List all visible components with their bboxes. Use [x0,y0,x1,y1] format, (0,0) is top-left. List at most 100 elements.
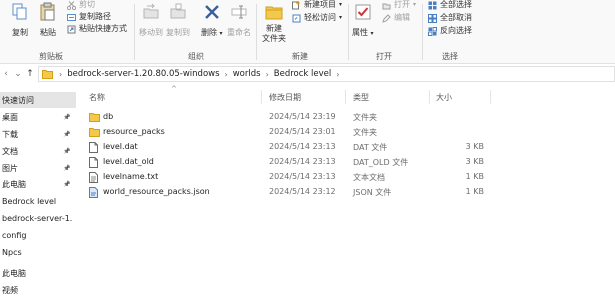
open-button[interactable]: 打开 ▾ [381,0,416,10]
close-icon [202,2,222,22]
file-name: levelname.txt [103,172,159,181]
cut-label: 剪切 [79,0,95,9]
delete-label-text: 删除 [201,28,217,37]
copy-icon [10,2,30,22]
paste-label: 粘贴 [40,28,56,37]
rename-button[interactable]: 重命名 [227,2,251,38]
column-header-size[interactable]: 大小 [436,92,452,103]
new-folder-button[interactable]: 新建 文件夹 [262,2,286,44]
chevron-down-icon: ▾ [339,1,343,8]
invert-selection-button[interactable]: 反向选择 [427,26,472,36]
nav-downloads[interactable]: 下载 📌 [0,126,76,142]
move-to-button[interactable]: 移动到 [139,2,163,38]
navigation-pane: 快速访问 桌面 📌 下载 📌 文档 📌 图片 📌 此电脑 📌 Bedrock level bedrock… [0,84,76,300]
new-folder-label-1: 新建 [266,24,282,33]
file-row[interactable]: levelname.txt 2024/5/14 23:13 文本文档 1 KB [78,170,498,185]
select-all-icon [427,0,437,10]
nav-npcs[interactable]: Npcs [0,244,76,260]
breadcrumb-worlds[interactable]: worlds [230,69,264,79]
select-none-label: 全部取消 [440,13,472,22]
open-label: 打开 [394,0,410,9]
copy-to-button[interactable]: 复制到 [166,2,190,38]
move-to-label: 移动到 [139,28,163,37]
nav-item-label: 文档 [2,146,18,156]
breadcrumb-server[interactable]: bedrock-server-1.20.80.05-windows [64,69,222,79]
select-none-button[interactable]: 全部取消 [427,13,472,23]
sort-arrow-icon: ^ [171,85,177,93]
nav-this-pc[interactable]: 此电脑 [0,265,76,281]
nav-config[interactable]: config [0,227,76,243]
edit-button[interactable]: 编辑 [381,13,410,23]
paste-button[interactable]: 粘贴 [38,2,58,38]
group-divider [134,4,135,60]
edit-icon [381,13,391,23]
move-to-icon [141,2,161,22]
pin-icon: 📌 [63,164,71,172]
cut-button[interactable]: 剪切 [66,0,95,10]
nav-bedrock-level[interactable]: Bedrock level [0,193,76,209]
file-modified: 2024/5/14 23:13 [269,157,336,166]
delete-button[interactable]: 删除 ▾ [201,2,223,39]
file-row[interactable]: level.dat 2024/5/14 23:13 DAT 文件 3 KB [78,140,498,155]
select-none-icon [427,13,437,23]
nav-this-pc-pinned[interactable]: 此电脑 📌 [0,176,76,192]
column-divider [345,90,346,104]
file-modified: 2024/5/14 23:13 [269,172,336,181]
nav-item-label: 此电脑 [2,268,26,278]
file-size: 3 KB [465,142,484,151]
copy-button[interactable]: 复制 [10,2,30,38]
new-item-button[interactable]: 新建项目 ▾ [291,0,342,10]
nav-quick-access[interactable]: 快速访问 [0,92,76,108]
chevron-right-icon: › [336,69,340,79]
file-row[interactable]: world_resource_packs.json 2024/5/14 23:12… [78,185,498,200]
file-type: DAT 文件 [353,143,388,152]
file-modified: 2024/5/14 23:01 [269,127,336,136]
invert-selection-icon [427,26,437,36]
nav-desktop[interactable]: 桌面 📌 [0,109,76,125]
properties-button[interactable]: 属性 ▾ [352,2,374,39]
nav-documents[interactable]: 文档 📌 [0,143,76,159]
file-row[interactable]: db 2024/5/14 23:19 文件夹 [78,110,498,125]
pin-icon: 📌 [63,147,71,155]
rename-label: 重命名 [227,28,251,37]
new-group-label: 新建 [292,52,308,61]
open-icon [381,0,391,10]
file-modified: 2024/5/14 23:19 [269,112,336,121]
file-row[interactable]: resource_packs 2024/5/14 23:01 文件夹 [78,125,498,140]
chevron-down-icon[interactable]: ⌄ [12,66,24,82]
file-list: ^ 名称 修改日期 类型 大小 db 2024/5/14 23:19 文件夹 reso… [78,84,615,300]
file-type: 文件夹 [353,128,377,137]
file-type: 文件夹 [353,113,377,122]
pin-icon: 📌 [63,180,71,188]
copy-to-icon [168,2,188,22]
breadcrumb-bedrock-level[interactable]: Bedrock level [271,69,334,79]
nav-videos[interactable]: 视频 [0,282,76,298]
column-header-name[interactable]: 名称 [89,92,105,103]
copy-path-button[interactable]: 复制路径 [66,12,111,22]
new-item-label: 新建项目 [304,0,336,9]
back-arrow-icon[interactable]: ‹ [0,66,12,82]
file-type: 文本文档 [353,173,385,182]
easy-access-button[interactable]: 轻松访问 ▾ [291,13,342,23]
file-row[interactable]: level.dat_old 2024/5/14 23:13 DAT_OLD 文件 3 … [78,155,498,170]
select-group-label: 选择 [442,52,458,61]
invert-selection-label: 反向选择 [440,26,472,35]
copy-path-icon [66,12,76,22]
easy-access-label: 轻松访问 [304,13,336,22]
column-header-type[interactable]: 类型 [353,92,369,103]
properties-label-text: 属性 [352,28,368,37]
nav-bedrock-server[interactable]: bedrock-server-1. [0,210,76,226]
column-header-modified[interactable]: 修改日期 [269,92,301,103]
select-all-button[interactable]: 全部选择 [427,0,472,10]
group-divider [256,4,257,60]
ribbon: 复制 粘贴 剪切 复制路径 粘贴快捷方式 剪贴板 移动到 复制到 删除 ▾ 重命… [0,0,615,64]
address-bar[interactable]: › bedrock-server-1.20.80.05-windows › wo… [38,66,615,82]
copy-label: 复制 [12,28,28,37]
nav-item-label: 快速访问 [2,95,34,105]
paste-shortcut-icon [66,24,76,34]
json-file-icon [89,187,99,198]
nav-item-label: Bedrock level [2,196,57,206]
up-arrow-icon[interactable]: ↑ [24,66,36,82]
nav-pictures[interactable]: 图片 📌 [0,160,76,176]
paste-shortcut-button[interactable]: 粘贴快捷方式 [66,24,127,34]
